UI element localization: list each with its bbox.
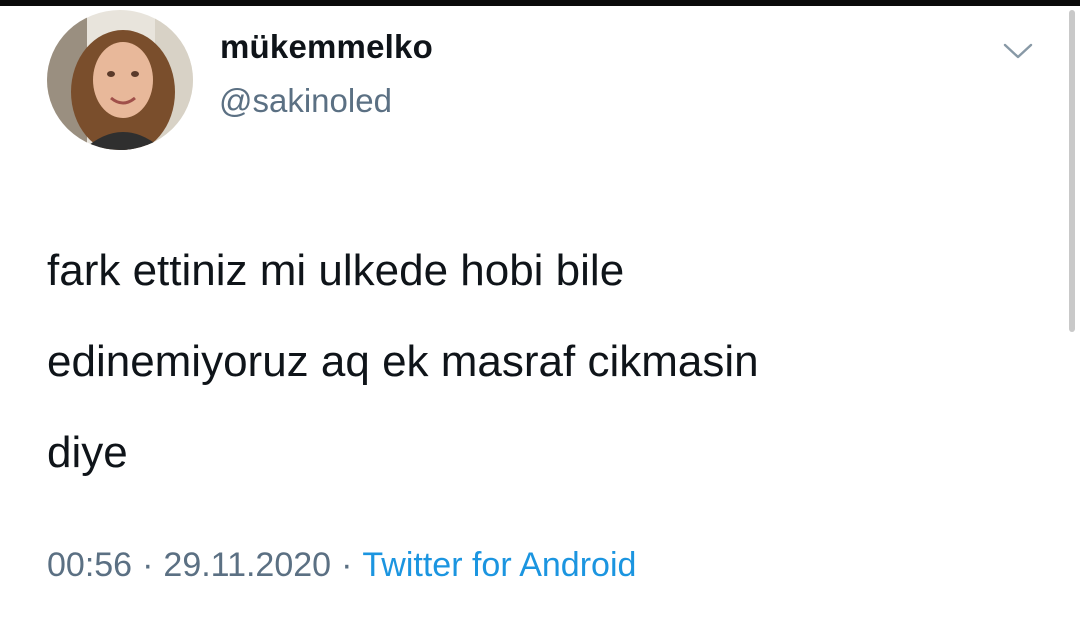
scrollbar-thumb[interactable] bbox=[1069, 10, 1075, 332]
user-handle[interactable]: @sakinoled bbox=[219, 82, 392, 120]
tweet-source-link[interactable]: Twitter for Android bbox=[362, 546, 636, 584]
tweet-time[interactable]: 00:56 bbox=[47, 546, 132, 584]
tweet-text-line: edinemiyoruz aq ek masraf cikmasin bbox=[47, 337, 759, 386]
tweet-card: mükemmelko @sakinoled fark ettiniz mi ul… bbox=[0, 6, 1080, 621]
chevron-down-icon bbox=[1003, 43, 1033, 59]
scrollbar[interactable] bbox=[1066, 6, 1080, 621]
meta-separator: · bbox=[142, 546, 154, 584]
tweet-meta: 00:56 · 29.11.2020 · Twitter for Android bbox=[47, 546, 636, 585]
more-options-button[interactable] bbox=[996, 34, 1040, 68]
tweet-text-line: diye bbox=[47, 428, 128, 477]
tweet-text-line: fark ettiniz mi ulkede hobi bile bbox=[47, 246, 625, 295]
display-name[interactable]: mükemmelko bbox=[220, 28, 433, 66]
meta-separator: · bbox=[341, 546, 353, 584]
avatar[interactable] bbox=[47, 10, 193, 150]
tweet-date[interactable]: 29.11.2020 bbox=[163, 546, 331, 584]
avatar-photo bbox=[47, 10, 193, 150]
tweet-text: fark ettiniz mi ulkede hobi bile edinemi… bbox=[47, 225, 1037, 498]
